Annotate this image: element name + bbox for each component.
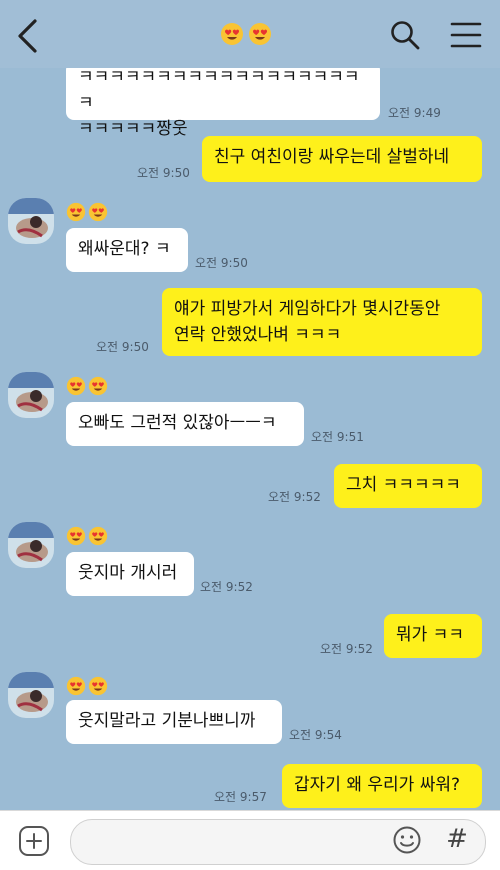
message-bubble-incoming[interactable]: 웃지말라고 기분나쁘니까: [66, 700, 282, 744]
message-time: 오전 9:51: [311, 430, 364, 444]
message-time: 오전 9:54: [289, 728, 342, 742]
avatar[interactable]: [8, 672, 54, 718]
heart-eyes-emoji-icon: [66, 202, 86, 222]
heart-eyes-emoji-icon: [66, 526, 86, 546]
message-bubble-outgoing[interactable]: 뭐가 ㅋㅋ: [384, 614, 482, 658]
heart-eyes-emoji-icon: [248, 22, 272, 46]
hamburger-menu-icon: [450, 22, 482, 48]
message-time: 오전 9:52: [320, 642, 373, 656]
search-icon: [391, 21, 420, 50]
profile-name-emojis: [66, 376, 108, 396]
avatar[interactable]: [8, 522, 54, 568]
chat-area[interactable]: ㅋㅋㅋㅋㅋㅋㅋㅋㅋㅋㅋㅋㅋㅋㅋㅋㅋㅋㅋ ㅋㅋㅋㅋㅋ짱웃 오전 9:49 친구 여…: [0, 68, 500, 810]
search-button[interactable]: [388, 18, 422, 52]
heart-eyes-emoji-icon: [88, 376, 108, 396]
message-bubble-outgoing[interactable]: 얘가 피방가서 게임하다가 몇시간동안 연락 안했었나벼 ㅋㅋㅋ: [162, 288, 482, 356]
message-bubble-incoming[interactable]: 오빠도 그런적 있잖아ㅡㅡㅋ: [66, 402, 304, 446]
avatar[interactable]: [8, 198, 54, 244]
message-input[interactable]: [70, 819, 486, 865]
heart-eyes-emoji-icon: [220, 22, 244, 46]
message-bubble-incoming[interactable]: 왜싸운대? ㅋ: [66, 228, 188, 272]
message-bubble-outgoing[interactable]: 갑자기 왜 우리가 싸워?: [282, 764, 482, 808]
smiley-icon: [393, 826, 421, 854]
emoticon-button[interactable]: [392, 825, 422, 855]
message-time: 오전 9:49: [388, 106, 441, 120]
heart-eyes-emoji-icon: [66, 376, 86, 396]
message-bubble-incoming[interactable]: ㅋㅋㅋㅋㅋㅋㅋㅋㅋㅋㅋㅋㅋㅋㅋㅋㅋㅋㅋ ㅋㅋㅋㅋㅋ짱웃: [66, 68, 380, 139]
chat-title: [220, 22, 272, 52]
heart-eyes-emoji-icon: [88, 202, 108, 222]
message-time: 오전 9:52: [268, 490, 321, 504]
message-time: 오전 9:50: [137, 166, 190, 180]
back-button[interactable]: [10, 16, 44, 56]
message-time: 오전 9:50: [96, 340, 149, 354]
message-time: 오전 9:50: [195, 256, 248, 270]
plus-square-icon: [19, 826, 49, 856]
heart-eyes-emoji-icon: [88, 526, 108, 546]
profile-name-emojis: [66, 676, 108, 696]
chevron-left-icon: [18, 19, 37, 53]
message-bubble-outgoing[interactable]: 친구 여친이랑 싸우는데 살벌하네: [202, 136, 482, 182]
heart-eyes-emoji-icon: [66, 676, 86, 696]
profile-name-emojis: [66, 526, 108, 546]
hashtag-search-button[interactable]: #: [442, 823, 472, 855]
avatar[interactable]: [8, 372, 54, 418]
attach-button[interactable]: [18, 825, 50, 857]
message-bubble-incoming[interactable]: 웃지마 개시러: [66, 552, 194, 596]
message-input-bar: #: [0, 810, 500, 870]
message-time: 오전 9:52: [200, 580, 253, 594]
profile-name-emojis: [66, 202, 108, 222]
menu-button[interactable]: [446, 18, 486, 52]
heart-eyes-emoji-icon: [88, 676, 108, 696]
message-bubble-outgoing[interactable]: 그치 ㅋㅋㅋㅋㅋ: [334, 464, 482, 508]
chat-header: [0, 0, 500, 68]
message-time: 오전 9:57: [214, 790, 267, 804]
